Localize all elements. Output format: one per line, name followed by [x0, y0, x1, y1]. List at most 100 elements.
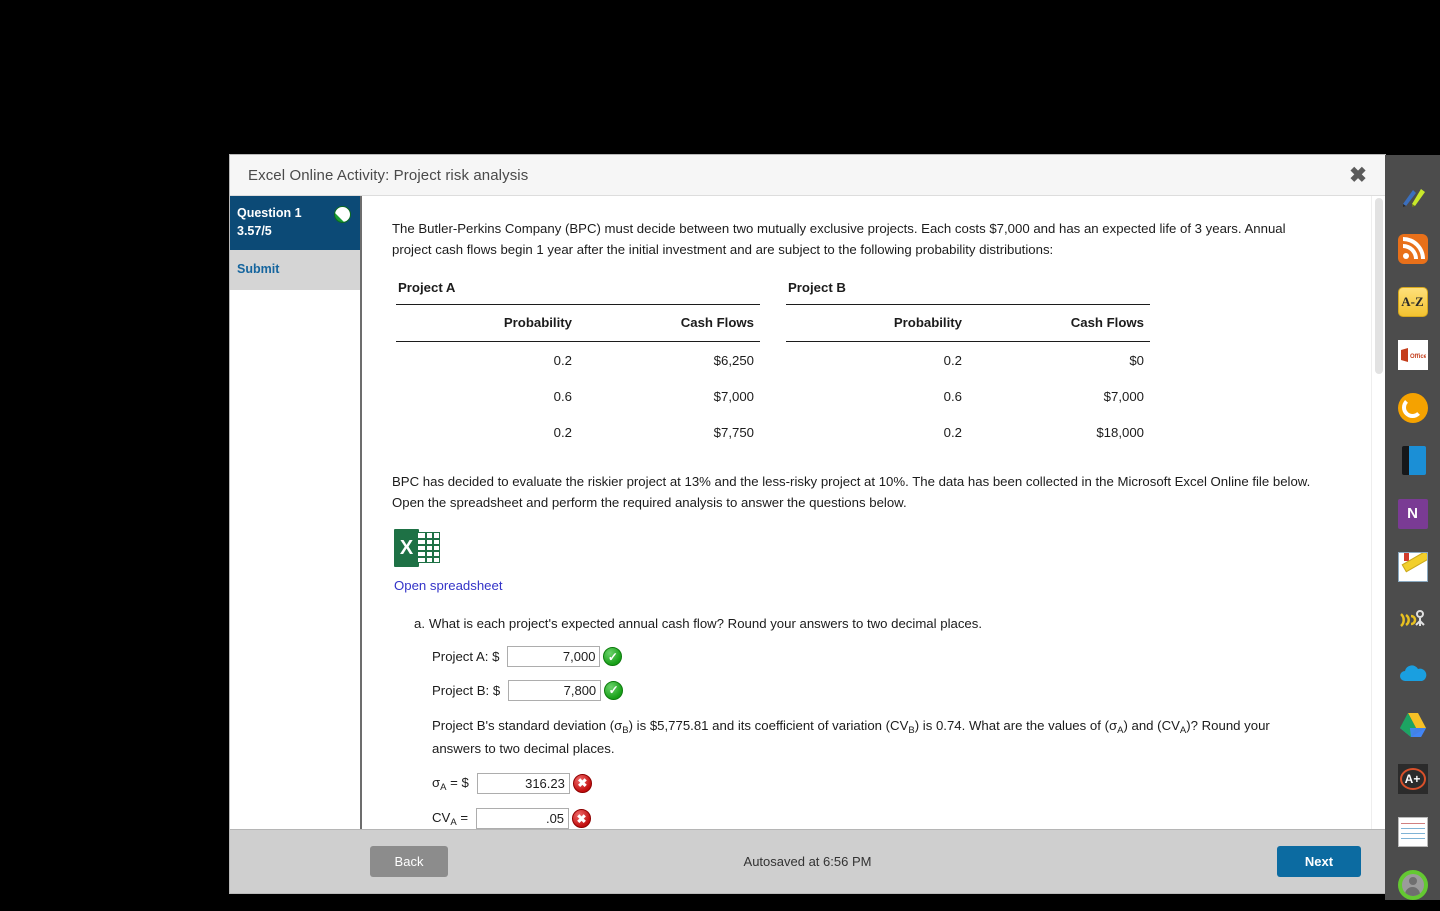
- dictionary-az-icon[interactable]: A-Z: [1393, 275, 1433, 328]
- gdrive-glyph: [1398, 711, 1428, 741]
- question-label: Question 1: [237, 205, 334, 222]
- intro-paragraph: The Butler-Perkins Company (BPC) must de…: [392, 218, 1322, 261]
- probability-tables: Project A Probability Cash Flows: [396, 277, 1339, 451]
- a-plus-grade-icon[interactable]: A+: [1393, 752, 1433, 805]
- answer-label-project-a: Project A: $: [432, 646, 499, 667]
- open-spreadsheet-link[interactable]: Open spreadsheet: [394, 575, 1339, 596]
- answer-input-project-b[interactable]: [508, 680, 601, 701]
- az-glyph: A-Z: [1398, 287, 1428, 317]
- svg-text:Office: Office: [1410, 354, 1426, 360]
- table-row: 0.6 $7,000: [786, 378, 1150, 414]
- cv-prefix: CV: [432, 810, 450, 825]
- modal-title-bar: Excel Online Activity: Project risk anal…: [230, 155, 1385, 196]
- notebook-glyph: [1398, 552, 1428, 582]
- excel-file-icon[interactable]: X: [394, 527, 440, 569]
- sd-text-1: Project B's standard deviation (σ: [432, 718, 622, 733]
- answer-label-project-b: Project B: $: [432, 680, 500, 701]
- question-a: a.What is each project's expected annual…: [414, 613, 1339, 634]
- onedrive-cloud-icon[interactable]: [1393, 646, 1433, 699]
- answer-input-cv-a[interactable]: [476, 808, 569, 829]
- onedrive-svg: [1398, 663, 1428, 683]
- onenote-icon[interactable]: N: [1393, 487, 1433, 540]
- activity-modal: Excel Online Activity: Project risk anal…: [230, 155, 1385, 893]
- standard-deviation-paragraph: Project B's standard deviation (σB) is $…: [432, 715, 1322, 760]
- user-avatar-icon[interactable]: [1393, 858, 1433, 911]
- aplus-glyph: A+: [1398, 764, 1428, 794]
- cell-cash-flow: $7,000: [578, 378, 760, 414]
- rss-glyph: [1398, 234, 1428, 264]
- book-glyph: [1402, 446, 1426, 475]
- rss-feed-icon[interactable]: [1393, 222, 1433, 275]
- cell-probability: 0.6: [396, 378, 578, 414]
- google-drive-icon[interactable]: [1393, 699, 1433, 752]
- gdrive-svg: [1398, 711, 1428, 739]
- desktop-background: Excel Online Activity: Project risk anal…: [0, 0, 1440, 900]
- next-button[interactable]: Next: [1277, 846, 1361, 877]
- content-area: The Butler-Perkins Company (BPC) must de…: [362, 196, 1385, 829]
- microsoft-office-icon[interactable]: Office: [1393, 328, 1433, 381]
- correct-check-icon: ✓: [603, 647, 622, 666]
- sd-text-3: ) is 0.74. What are the values of (σ: [915, 718, 1117, 733]
- sd-text-4: ) and (CV: [1123, 718, 1179, 733]
- column-header-probability: Probability: [396, 305, 578, 341]
- orange-circle-glyph: [1398, 393, 1428, 423]
- modal-footer: Back Autosaved at 6:56 PM Next: [230, 829, 1385, 893]
- submit-label: Submit: [237, 262, 279, 276]
- cell-cash-flow: $7,750: [578, 414, 760, 450]
- column-header-cash-flows: Cash Flows: [578, 305, 760, 341]
- project-a-caption: Project A: [396, 277, 760, 305]
- excel-icon-letter: X: [394, 529, 419, 567]
- pen-highlighter-svg: [1399, 182, 1427, 210]
- content-scrollbar[interactable]: [1371, 196, 1385, 829]
- project-b-table: Project B Probability Cash Flows: [786, 277, 1150, 451]
- answer-input-project-a[interactable]: [507, 646, 600, 667]
- answer-row-project-b: Project B: $ ✓: [432, 680, 1339, 701]
- cell-cash-flow: $7,000: [968, 378, 1150, 414]
- text-to-speech-icon[interactable]: [1393, 593, 1433, 646]
- office-glyph: Office: [1398, 340, 1428, 370]
- column-header-cash-flows: Cash Flows: [968, 305, 1150, 341]
- rss-svg: [1398, 234, 1428, 264]
- speech-svg: [1399, 608, 1427, 632]
- sidebar-filler: [230, 290, 360, 829]
- question-sidebar: Question 1 3.57/5 Submit: [230, 196, 362, 829]
- answer-input-sigma-a[interactable]: [477, 773, 570, 794]
- table-row: 0.2 $0: [786, 341, 1150, 378]
- orange-circle-app-icon[interactable]: [1393, 381, 1433, 434]
- cv-suffix: =: [457, 810, 468, 825]
- cell-cash-flow: $6,250: [578, 341, 760, 378]
- scrollbar-thumb[interactable]: [1375, 198, 1383, 374]
- pen-highlighter-glyph: [1398, 181, 1428, 211]
- avatar: [1398, 870, 1428, 900]
- sidebar-item-question-1[interactable]: Question 1 3.57/5: [230, 196, 360, 250]
- excel-icon-grid: [417, 532, 440, 563]
- table-row: 0.2 $7,750: [396, 414, 760, 450]
- column-header-probability: Probability: [786, 305, 968, 341]
- answer-label-cv-a: CVA =: [432, 807, 468, 829]
- cell-probability: 0.6: [786, 378, 968, 414]
- notebook-pencil-icon[interactable]: [1393, 540, 1433, 593]
- table-header-row: Probability Cash Flows: [786, 305, 1150, 341]
- instructions-paragraph: BPC has decided to evaluate the riskier …: [392, 471, 1322, 514]
- cell-probability: 0.2: [786, 341, 968, 378]
- answer-row-sigma-a: σA = $ ✖: [432, 772, 1339, 795]
- question-a-text: What is each project's expected annual c…: [429, 616, 982, 631]
- incorrect-x-icon: ✖: [572, 809, 591, 828]
- table-row: 0.2 $18,000: [786, 414, 1150, 450]
- cell-cash-flow: $0: [968, 341, 1150, 378]
- blue-book-icon[interactable]: [1393, 434, 1433, 487]
- submit-button[interactable]: Submit: [230, 250, 360, 290]
- tools-dock: A-Z Office N: [1385, 155, 1440, 900]
- cell-probability: 0.2: [786, 414, 968, 450]
- cell-probability: 0.2: [396, 341, 578, 378]
- answer-label-sigma-a: σA = $: [432, 772, 469, 795]
- table-row: 0.2 $6,250: [396, 341, 760, 378]
- back-button[interactable]: Back: [370, 846, 448, 877]
- answer-row-cv-a: CVA = ✖: [432, 807, 1339, 829]
- modal-body: Question 1 3.57/5 Submit The Butler-Perk…: [230, 196, 1385, 829]
- onedrive-glyph: [1398, 658, 1428, 688]
- close-icon[interactable]: ✖: [1341, 158, 1375, 192]
- index-cards-icon[interactable]: [1393, 805, 1433, 858]
- incorrect-x-icon: ✖: [573, 774, 592, 793]
- pen-highlighter-icon[interactable]: [1393, 169, 1433, 222]
